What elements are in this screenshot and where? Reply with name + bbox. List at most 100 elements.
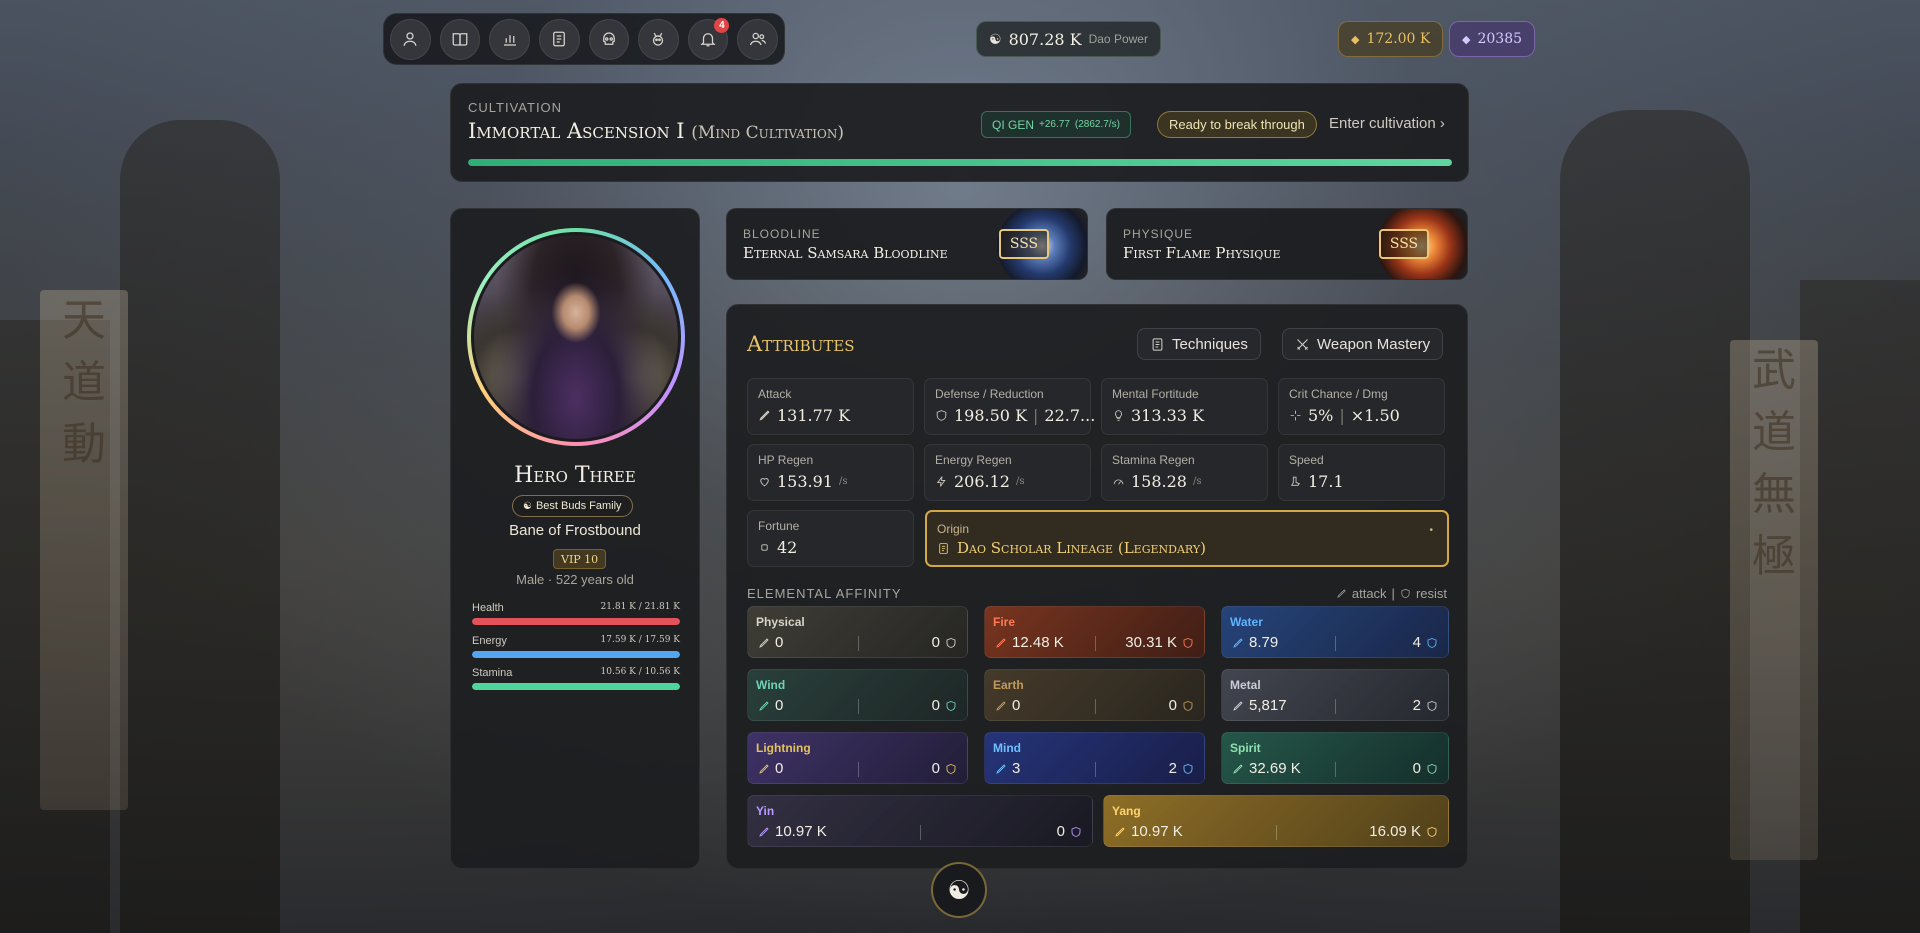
element-resist-value: 0 bbox=[931, 697, 940, 714]
heart-icon bbox=[760, 478, 769, 487]
users-icon bbox=[749, 32, 766, 46]
element-name: Lightning bbox=[756, 741, 811, 755]
element-attack-value: 0 bbox=[775, 634, 784, 651]
qi-gen-label: QI GEN bbox=[992, 117, 1035, 132]
element-resist-value: 2 bbox=[1168, 760, 1177, 777]
nav-friends-button[interactable] bbox=[737, 18, 778, 60]
hero-meta: Male · 522 years old bbox=[516, 572, 634, 587]
element-resist: 4 bbox=[1413, 634, 1438, 651]
yin-yang-icon: ☯ bbox=[989, 30, 1002, 47]
weapon-mastery-button[interactable]: Weapon Mastery bbox=[1282, 328, 1444, 360]
stat-defense-reduction: 22.7... bbox=[1044, 406, 1096, 425]
stat-energy-regen-label: Energy Regen bbox=[935, 453, 1012, 467]
health-bar-row: Health 21.81 K / 21.81 K bbox=[472, 602, 680, 625]
energy-bar bbox=[472, 651, 680, 658]
element-attack-value: 10.97 K bbox=[1131, 823, 1183, 840]
nav-profile-button[interactable] bbox=[390, 18, 431, 60]
element-resist: 2 bbox=[1169, 760, 1194, 777]
elemental-legend: attack | resist bbox=[1336, 586, 1447, 601]
nav-codex-button[interactable] bbox=[439, 18, 481, 60]
avatar[interactable] bbox=[471, 232, 681, 442]
stat-defense-value: 198.50 K bbox=[954, 406, 1028, 425]
sword-icon bbox=[1337, 589, 1346, 598]
stat-stamina-regen-label: Stamina Regen bbox=[1112, 453, 1195, 467]
element-resist-value: 0 bbox=[1056, 823, 1065, 840]
origin-value: Dao Scholar Lineage (Legendary) bbox=[957, 539, 1206, 557]
element-divider bbox=[1094, 699, 1096, 714]
element-resist: 0 bbox=[932, 760, 957, 777]
shield-icon bbox=[1427, 826, 1437, 837]
physique-grade: SSS bbox=[1379, 229, 1429, 259]
element-earth: Earth 0 0 bbox=[984, 669, 1205, 721]
notification-count-badge: 4 bbox=[714, 17, 730, 33]
clover-icon bbox=[761, 544, 768, 551]
element-attack-value: 0 bbox=[1012, 697, 1021, 714]
element-resist: 0 bbox=[1169, 697, 1194, 714]
gold-currency-display[interactable]: ◆ 172.00 K bbox=[1338, 21, 1444, 57]
element-attack-value: 12.48 K bbox=[1012, 634, 1064, 651]
element-attack: 3 bbox=[995, 760, 1020, 777]
stat-crit-chance: 5% bbox=[1308, 406, 1334, 425]
stat-crit-label: Crit Chance / Dmg bbox=[1289, 387, 1388, 401]
physique-name: First Flame Physique bbox=[1123, 244, 1281, 262]
physique-label: PHYSIQUE bbox=[1123, 227, 1194, 241]
shield-icon bbox=[936, 410, 947, 421]
shield-icon bbox=[1071, 826, 1081, 837]
element-attack: 0 bbox=[758, 634, 783, 651]
stat-crit-separator: | bbox=[1339, 406, 1345, 425]
element-attack-value: 0 bbox=[775, 697, 784, 714]
element-attack-value: 10.97 K bbox=[775, 823, 827, 840]
legend-separator: | bbox=[1391, 586, 1395, 601]
element-resist: 0 bbox=[1057, 823, 1082, 840]
nav-pet-button[interactable] bbox=[638, 18, 679, 60]
dao-power-display: ☯ 807.28 K Dao Power bbox=[976, 21, 1161, 57]
sword-icon bbox=[1233, 637, 1243, 648]
health-value: 21.81 K / 21.81 K bbox=[600, 602, 680, 612]
top-nav-bar: 4 bbox=[383, 13, 785, 65]
lightning-icon bbox=[936, 476, 946, 487]
breakthrough-status-badge[interactable]: Ready to break through bbox=[1157, 111, 1317, 138]
scroll-icon bbox=[1152, 337, 1163, 351]
gem-currency-display[interactable]: ◆ 20385 bbox=[1449, 21, 1536, 57]
sword-icon bbox=[1115, 826, 1125, 837]
energy-bar-row: Energy 17.59 K / 17.59 K bbox=[472, 635, 680, 658]
gold-amount: 172.00 K bbox=[1366, 31, 1431, 47]
realm-name: Immortal Ascension I bbox=[468, 119, 685, 143]
stat-speed-label: Speed bbox=[1289, 453, 1324, 467]
hero-name: Hero Three bbox=[514, 463, 636, 488]
element-name: Wind bbox=[756, 678, 786, 692]
element-resist: 2 bbox=[1413, 697, 1438, 714]
dao-power-label: Dao Power bbox=[1088, 32, 1148, 46]
physique-card[interactable]: PHYSIQUE First Flame Physique SSS bbox=[1106, 208, 1468, 280]
bloodline-card[interactable]: BLOODLINE Eternal Samsara Bloodline SSS bbox=[726, 208, 1088, 280]
gold-diamond-icon: ◆ bbox=[1351, 32, 1360, 46]
health-bar bbox=[472, 618, 680, 625]
stat-defense-label: Defense / Reduction bbox=[935, 387, 1044, 401]
sword-icon bbox=[996, 700, 1006, 711]
origin-card[interactable]: Origin • Dao Scholar Lineage (Legendary) bbox=[925, 510, 1449, 567]
shield-icon bbox=[1401, 588, 1410, 599]
nav-dungeon-button[interactable] bbox=[588, 18, 630, 60]
element-resist: 0 bbox=[932, 697, 957, 714]
nav-log-button[interactable] bbox=[538, 18, 580, 60]
element-attack-value: 3 bbox=[1012, 760, 1021, 777]
element-divider bbox=[1335, 636, 1336, 651]
nav-notifications-button[interactable]: 4 bbox=[687, 17, 730, 60]
stat-mental-value: 313.33 K bbox=[1131, 406, 1205, 425]
element-resist: 0 bbox=[1413, 760, 1438, 777]
family-badge[interactable]: ☯ Best Buds Family bbox=[512, 495, 633, 517]
enter-cultivation-link[interactable]: Enter cultivation › bbox=[1329, 115, 1445, 132]
techniques-button[interactable]: Techniques bbox=[1137, 328, 1261, 360]
yin-yang-button[interactable]: ☯ bbox=[931, 862, 987, 918]
element-resist: 0 bbox=[932, 634, 957, 651]
element-divider bbox=[857, 699, 859, 714]
background-tower-left bbox=[120, 120, 280, 933]
element-attack: 0 bbox=[758, 697, 783, 714]
stat-defense-separator: | bbox=[1033, 406, 1039, 425]
sparkle-icon bbox=[1290, 410, 1301, 421]
element-lightning: Lightning 0 0 bbox=[747, 732, 968, 784]
legend-resist: resist bbox=[1415, 586, 1447, 601]
shield-icon bbox=[1427, 763, 1437, 774]
nav-stats-button[interactable] bbox=[489, 18, 530, 60]
boot-icon bbox=[1290, 476, 1300, 486]
